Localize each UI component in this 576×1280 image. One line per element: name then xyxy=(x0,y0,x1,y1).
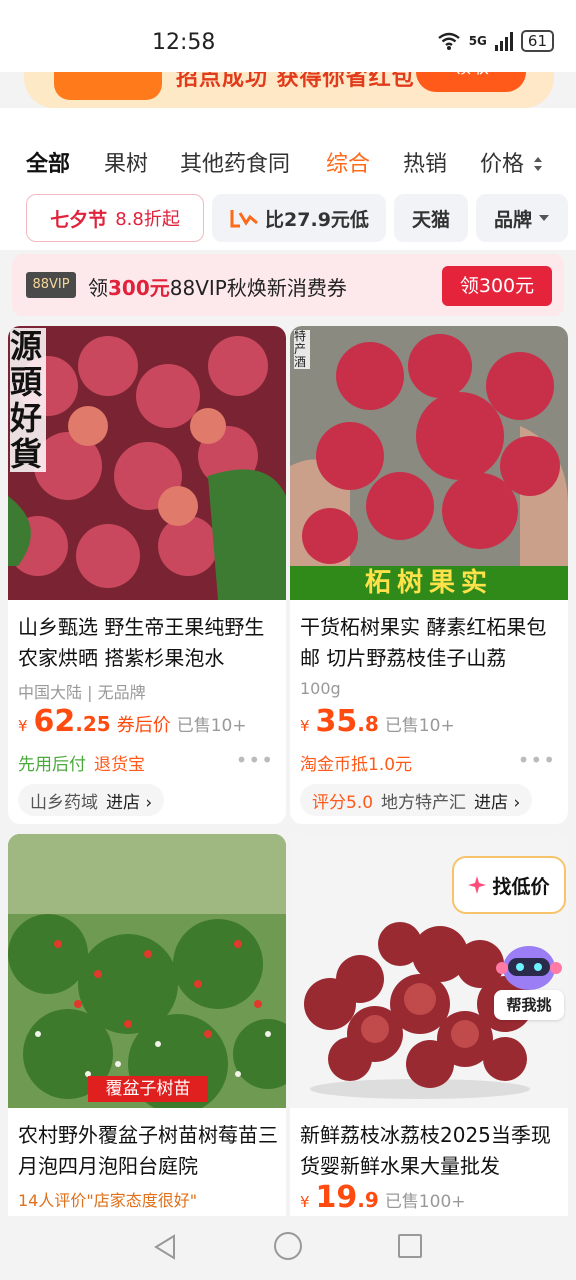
sold-count: 已售10+ xyxy=(176,716,247,736)
service-tags: 先用后付 退货宝 xyxy=(18,750,145,775)
price-currency: ¥ xyxy=(18,717,28,735)
product-title[interactable]: 山乡甄选 野生帝王果纯野生农家烘晒 搭紫杉果泡水 xyxy=(18,612,280,674)
tab-comprehensive[interactable]: 综合 xyxy=(326,146,370,178)
clock: 12:58 xyxy=(152,30,216,55)
image-banner-label: 柘树果实 xyxy=(364,568,493,598)
back-icon[interactable] xyxy=(152,1234,178,1260)
signal-icon xyxy=(494,31,513,51)
festival-discount: 8.8折起 xyxy=(115,209,180,230)
product-title[interactable]: 新鲜荔枝冰荔枝2025当季现货婴新鲜水果大量批发 xyxy=(300,1120,562,1182)
price-integer: 35 xyxy=(315,704,358,739)
status-bar: 12:58 5G 61 xyxy=(0,0,576,72)
image-overlay-label: 源頭好貨 xyxy=(10,328,46,472)
return-insurance-tag: 退货宝 xyxy=(94,755,145,775)
product-price: ¥ 35 .8 已售10+ xyxy=(300,704,455,739)
recent-apps-icon[interactable] xyxy=(398,1234,422,1258)
store-score: 评分5.0 xyxy=(312,792,374,813)
image-banner-label: 覆盆子树苗 xyxy=(88,1076,208,1102)
tab-fruit-tree[interactable]: 果树 xyxy=(104,146,148,178)
more-options-icon[interactable]: ••• xyxy=(518,748,556,772)
tab-all[interactable]: 全部 xyxy=(26,146,70,178)
price-currency: ¥ xyxy=(300,717,310,735)
find-low-price-label: 找低价 xyxy=(492,875,550,898)
vip-coupon-bar[interactable]: 88VIP 领300元88VIP秋焕新消费券 领300元 xyxy=(12,254,564,316)
product-image[interactable]: 覆盆子树苗 xyxy=(8,834,286,1108)
product-image[interactable]: 柘树果实 特产酒 xyxy=(290,326,568,600)
brand-filter-chip[interactable]: 品牌 xyxy=(476,194,568,242)
vip-coupon-text: 领300元88VIP秋焕新消费券 xyxy=(88,272,347,301)
store-link[interactable]: 评分5.0 地方特产汇 进店 › xyxy=(300,784,533,816)
price-tag: 券后价 xyxy=(116,715,171,736)
filter-bar: 七夕节 8.8折起 比27.9元低 天猫 品牌 xyxy=(0,188,576,250)
price-integer: 62 xyxy=(33,704,76,739)
service-tags: 淘金币抵1.0元 xyxy=(300,750,412,775)
more-options-icon[interactable]: ••• xyxy=(236,748,274,772)
product-price: ¥ 62 .25 券后价 已售10+ xyxy=(18,704,247,739)
store-name: 山乡药域 xyxy=(30,792,98,813)
help-pick-assistant[interactable]: 帮我挑 xyxy=(494,938,564,1022)
chevron-down-icon xyxy=(539,215,549,221)
tmall-label: 天猫 xyxy=(411,208,450,231)
price-decimal: .25 xyxy=(75,712,111,736)
tmall-filter-chip[interactable]: 天猫 xyxy=(394,194,468,242)
category-tabs: 全部 果树 其他药食同 综合 热销 价格 xyxy=(0,108,576,188)
product-title[interactable]: 干货柘树果实 酵素红柘果包邮 切片野荔枝佳子山荔 xyxy=(300,612,562,674)
review-summary: 14人评价"店家态度很好" xyxy=(18,1191,198,1210)
battery-level: 61 xyxy=(527,32,547,50)
product-spec: 100g xyxy=(300,679,341,698)
find-low-price-button[interactable]: 找低价 xyxy=(452,856,566,914)
product-card[interactable]: 源頭好貨 山乡甄选 野生帝王果纯野生农家烘晒 搭紫杉果泡水 中国大陆 | 无品牌… xyxy=(8,326,286,824)
vip-text-suffix: 88VIP秋焕新消费券 xyxy=(169,276,347,300)
sparkle-icon xyxy=(468,876,487,894)
home-icon[interactable] xyxy=(274,1232,302,1260)
store-link[interactable]: 山乡药域 进店 › xyxy=(18,784,165,816)
tab-price-label: 价格 xyxy=(480,152,525,177)
price-decimal: .8 xyxy=(357,712,379,736)
system-nav-bar xyxy=(0,1216,576,1280)
sold-count: 已售100+ xyxy=(384,1192,466,1212)
vip-amount: 300元 xyxy=(108,276,170,300)
price-compare-chip[interactable]: 比27.9元低 xyxy=(212,194,386,242)
pay-later-tag: 先用后付 xyxy=(18,755,86,775)
robot-icon xyxy=(496,946,562,990)
product-title[interactable]: 农村野外覆盆子树苗树莓苗三月泡四月泡阳台庭院 xyxy=(18,1120,280,1182)
festival-filter-chip[interactable]: 七夕节 8.8折起 xyxy=(26,194,204,242)
tab-price[interactable]: 价格 xyxy=(480,146,543,178)
brand-label: 品牌 xyxy=(493,208,532,231)
tab-medicinal-food[interactable]: 其他药食同 xyxy=(180,146,290,178)
vip-text-prefix: 领 xyxy=(88,276,108,300)
sold-count: 已售10+ xyxy=(384,716,455,736)
product-price: ¥ 19 .9 已售100+ xyxy=(300,1180,466,1215)
product-origin-brand: 中国大陆 | 无品牌 xyxy=(18,683,146,702)
product-image[interactable]: 源頭好貨 xyxy=(8,326,286,600)
enter-store-label: 进店 › xyxy=(106,792,153,813)
product-card[interactable]: 柘树果实 特产酒 干货柘树果实 酵素红柘果包邮 切片野荔枝佳子山荔 100g ¥… xyxy=(290,326,568,824)
network-type: 5G xyxy=(468,34,487,48)
price-compare-label: 比27.9元低 xyxy=(265,208,369,231)
vip-badge: 88VIP xyxy=(26,272,76,298)
coin-discount-tag: 淘金币抵1.0元 xyxy=(300,755,413,775)
help-pick-label: 帮我挑 xyxy=(494,990,564,1020)
sort-icon xyxy=(534,157,543,171)
price-currency: ¥ xyxy=(300,1193,310,1211)
price-drop-icon xyxy=(230,210,259,228)
price-integer: 19 xyxy=(315,1180,358,1215)
tab-hot-sales[interactable]: 热销 xyxy=(403,146,447,178)
vip-claim-button[interactable]: 领300元 xyxy=(442,266,552,306)
wifi-icon xyxy=(437,32,460,50)
festival-label: 七夕节 xyxy=(50,208,108,231)
enter-store-label: 进店 › xyxy=(474,792,521,813)
product-card[interactable]: 覆盆子树苗 农村野外覆盆子树苗树莓苗三月泡四月泡阳台庭院 14人评价"店家态度很… xyxy=(8,834,286,1234)
battery-icon: 61 xyxy=(520,30,554,52)
store-name: 地方特产汇 xyxy=(381,792,467,813)
price-decimal: .9 xyxy=(357,1188,379,1212)
image-corner-mark: 特产酒 xyxy=(294,330,310,369)
